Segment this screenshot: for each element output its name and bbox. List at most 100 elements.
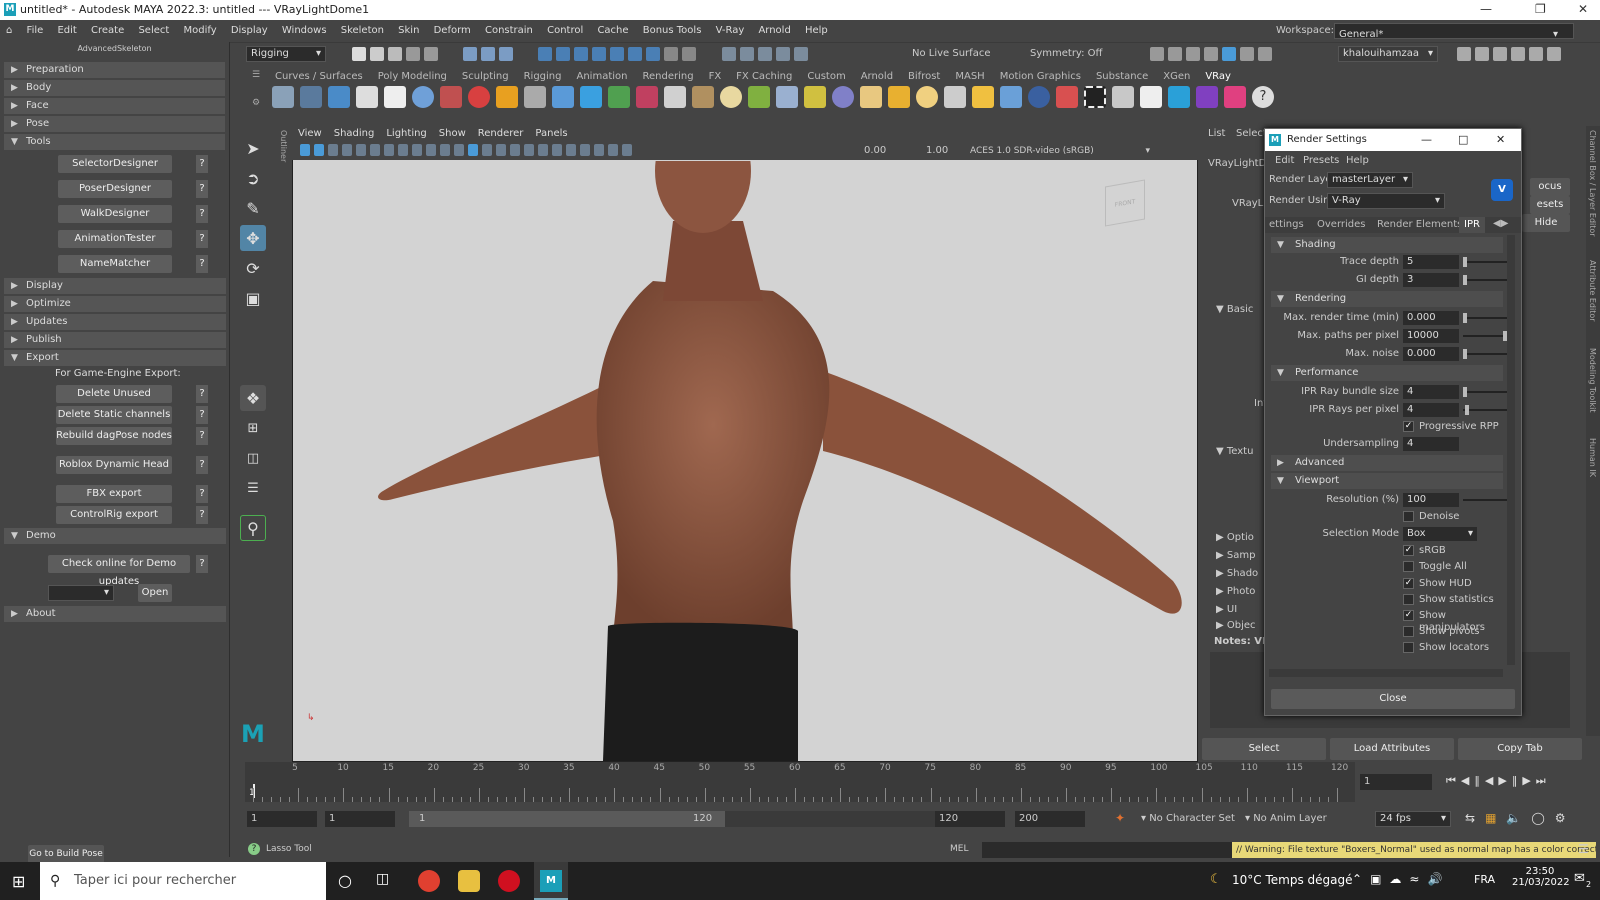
ambient-occlusion-icon[interactable] bbox=[566, 144, 576, 156]
show-locators-checkbox[interactable] bbox=[1403, 642, 1414, 653]
menu-control[interactable]: Control bbox=[547, 20, 583, 42]
rs-section-rendering[interactable]: ▼ Rendering bbox=[1271, 291, 1503, 307]
trace-depth-slider[interactable] bbox=[1463, 257, 1507, 267]
show-pivots-checkbox[interactable] bbox=[1403, 626, 1414, 637]
max-render-time-slider[interactable] bbox=[1463, 313, 1507, 323]
go-to-end-icon[interactable]: ⏭ bbox=[1536, 774, 1551, 787]
side-tab-attribute-editor[interactable]: Attribute Editor bbox=[1588, 260, 1597, 340]
vray-hair-icon[interactable] bbox=[804, 86, 826, 108]
vray-sphere-icon[interactable] bbox=[832, 86, 854, 108]
fbx-export-button[interactable]: FBX export bbox=[56, 485, 172, 503]
menu-select[interactable]: Select bbox=[138, 20, 169, 42]
help-button[interactable]: ? bbox=[196, 255, 208, 273]
rays-per-pixel-field[interactable]: 4 bbox=[1403, 403, 1459, 417]
resolution-slider[interactable] bbox=[1463, 499, 1507, 501]
range-slider-handle[interactable] bbox=[409, 811, 725, 827]
rs-menu-presets[interactable]: Presets bbox=[1303, 155, 1339, 166]
rs-section-viewport[interactable]: ▼ Viewport bbox=[1271, 473, 1503, 489]
denoise-checkbox[interactable] bbox=[1403, 511, 1414, 522]
trace-depth-field[interactable]: 5 bbox=[1403, 255, 1459, 269]
undersampling-field[interactable]: 4 bbox=[1403, 437, 1459, 451]
vp-menu-lighting[interactable]: Lighting bbox=[386, 128, 426, 139]
tray-volume-icon[interactable]: 🔊 bbox=[1427, 872, 1450, 886]
help-button[interactable]: ? bbox=[196, 485, 208, 503]
xray-joints-icon[interactable] bbox=[524, 144, 534, 156]
menu-create[interactable]: Create bbox=[91, 20, 124, 42]
tray-expand-icon[interactable]: ⌃ bbox=[1352, 872, 1370, 886]
selector-designer-button[interactable]: SelectorDesigner bbox=[58, 155, 172, 173]
ray-bundle-field[interactable]: 4 bbox=[1403, 385, 1459, 399]
snap-point-icon[interactable] bbox=[574, 47, 589, 61]
menu-windows[interactable]: Windows bbox=[282, 20, 327, 42]
hypershade-icon[interactable] bbox=[1204, 47, 1218, 61]
vp-menu-panels[interactable]: Panels bbox=[535, 128, 567, 139]
depth-of-field-icon[interactable] bbox=[608, 144, 618, 156]
vray-snowflake-icon[interactable] bbox=[776, 86, 798, 108]
slider-knob[interactable] bbox=[1465, 405, 1469, 415]
vray-plane-icon[interactable] bbox=[860, 86, 882, 108]
taskbar-search-box[interactable]: ⚲ Taper ici pour rechercher bbox=[40, 862, 326, 900]
film-gate-icon[interactable] bbox=[370, 144, 380, 156]
weather-text[interactable]: 10°C Temps dégagé bbox=[1232, 873, 1352, 887]
minimize-icon[interactable]: — bbox=[1421, 129, 1432, 151]
layer-editor-icon[interactable] bbox=[1529, 47, 1543, 61]
task-view-icon[interactable]: ◫ bbox=[376, 871, 389, 887]
gamma-value[interactable]: 1.00 bbox=[926, 144, 948, 158]
menu-skeleton[interactable]: Skeleton bbox=[341, 20, 384, 42]
section-demo[interactable]: ▼ Demo bbox=[4, 528, 226, 544]
minimize-icon[interactable]: — bbox=[1480, 2, 1492, 16]
shelf-tab-arnold[interactable]: Arnold bbox=[861, 69, 893, 85]
grid-icon[interactable] bbox=[356, 144, 366, 156]
side-tab-human-ik[interactable]: Human IK bbox=[1588, 438, 1597, 488]
ae-section-ui[interactable]: ▶ UI bbox=[1216, 604, 1237, 615]
motion-blur-icon[interactable] bbox=[580, 144, 590, 156]
help-button[interactable]: ? bbox=[196, 205, 208, 223]
anim-layer-dropdown[interactable]: ▾ No Anim Layer bbox=[1245, 813, 1327, 824]
end-frame-field[interactable]: 200 bbox=[1015, 811, 1085, 827]
playback-speed-icon[interactable]: ◯ bbox=[1531, 811, 1554, 825]
paint-select-icon[interactable] bbox=[739, 47, 754, 61]
ae-copy-tab-button[interactable]: Copy Tab bbox=[1458, 738, 1582, 760]
fps-dropdown[interactable]: 24 fps ▾ bbox=[1375, 811, 1451, 827]
rs-vertical-scrollbar[interactable] bbox=[1507, 235, 1515, 665]
ae-section-sampling[interactable]: ▶ Samp bbox=[1216, 550, 1255, 561]
selection-mode-dropdown[interactable]: Box ▾ bbox=[1403, 527, 1477, 541]
toggle-all-checkbox[interactable] bbox=[1403, 561, 1414, 572]
menu-skin[interactable]: Skin bbox=[398, 20, 419, 42]
two-pane-icon[interactable]: ◫ bbox=[240, 445, 266, 471]
delete-unused-endjoints-button[interactable]: Delete Unused Endjoints bbox=[56, 385, 172, 417]
check-demo-updates-button[interactable]: Check online for Demo updates bbox=[48, 555, 190, 587]
section-pose[interactable]: ▶ Pose bbox=[4, 116, 225, 132]
range-end-field[interactable]: 120 bbox=[935, 811, 1005, 827]
use-lights-icon[interactable] bbox=[538, 144, 548, 156]
file-explorer-icon[interactable] bbox=[458, 870, 480, 892]
vray-light-mesh-icon[interactable] bbox=[328, 86, 350, 108]
menu-display[interactable]: Display bbox=[231, 20, 268, 42]
auto-key-icon[interactable]: ✦ bbox=[1115, 811, 1125, 825]
script-editor-icon[interactable]: ☰ bbox=[1578, 842, 1589, 856]
outliner-pane-icon[interactable]: ☰ bbox=[240, 475, 266, 501]
lasso-tool-icon[interactable]: ➲ bbox=[240, 165, 266, 191]
vray-sun-icon[interactable] bbox=[412, 86, 434, 108]
workspace-dropdown[interactable]: General* ▾ bbox=[1334, 23, 1574, 40]
max-noise-field[interactable]: 0.000 bbox=[1403, 347, 1459, 361]
help-button[interactable]: ? bbox=[196, 385, 208, 403]
controlrig-export-button[interactable]: ControlRig export bbox=[56, 506, 172, 524]
vray-material-icon[interactable] bbox=[440, 86, 462, 108]
ae-section-basic[interactable]: ▼ Basic bbox=[1216, 304, 1253, 315]
select-object-icon[interactable] bbox=[481, 47, 496, 61]
wireframe-icon[interactable] bbox=[454, 144, 464, 156]
max-paths-slider[interactable] bbox=[1463, 331, 1507, 341]
rs-tab-render-elements[interactable]: Render Elements bbox=[1377, 219, 1462, 230]
shelf-tab-vray[interactable]: VRay bbox=[1205, 69, 1231, 85]
colorspace-dropdown[interactable]: ACES 1.0 SDR-video (sRGB) ▾ bbox=[970, 143, 1150, 159]
vp-menu-renderer[interactable]: Renderer bbox=[478, 128, 524, 139]
language-indicator[interactable]: FRA bbox=[1474, 873, 1495, 886]
range-slider[interactable]: 1 120 bbox=[409, 811, 979, 827]
play-forward-icon[interactable]: ▶ bbox=[1498, 774, 1511, 787]
exposure-value[interactable]: 0.00 bbox=[864, 144, 886, 158]
tool-settings-icon[interactable] bbox=[1493, 47, 1507, 61]
vray-vfb-icon[interactable] bbox=[1222, 47, 1236, 61]
help-button[interactable]: ? bbox=[196, 456, 208, 474]
mode-dropdown[interactable]: Rigging ▾ bbox=[246, 46, 326, 62]
